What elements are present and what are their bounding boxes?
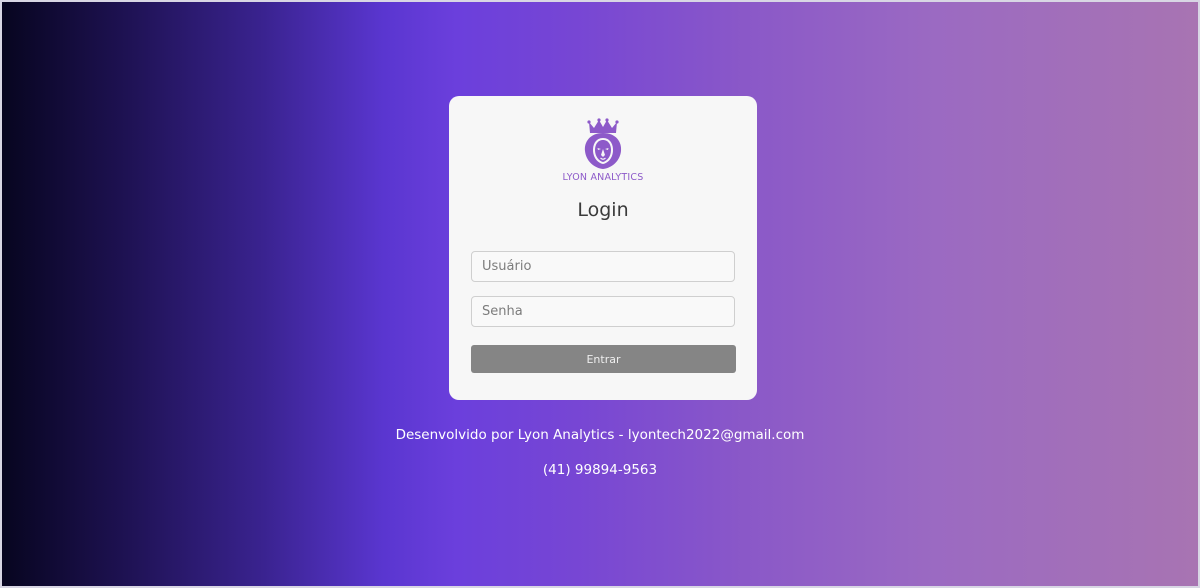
page-title: Login (577, 199, 629, 221)
footer-credit: Desenvolvido por Lyon Analytics - lyonte… (395, 427, 805, 443)
login-card: LYON ANALYTICS Login Entrar (449, 96, 757, 400)
brand-logo: LYON ANALYTICS (449, 118, 757, 183)
login-button[interactable]: Entrar (471, 345, 736, 373)
brand-name: LYON ANALYTICS (562, 172, 644, 183)
footer-phone: (41) 99894-9563 (542, 462, 658, 478)
lion-crown-icon (584, 118, 622, 169)
password-input[interactable] (471, 296, 735, 327)
username-input[interactable] (471, 251, 735, 282)
